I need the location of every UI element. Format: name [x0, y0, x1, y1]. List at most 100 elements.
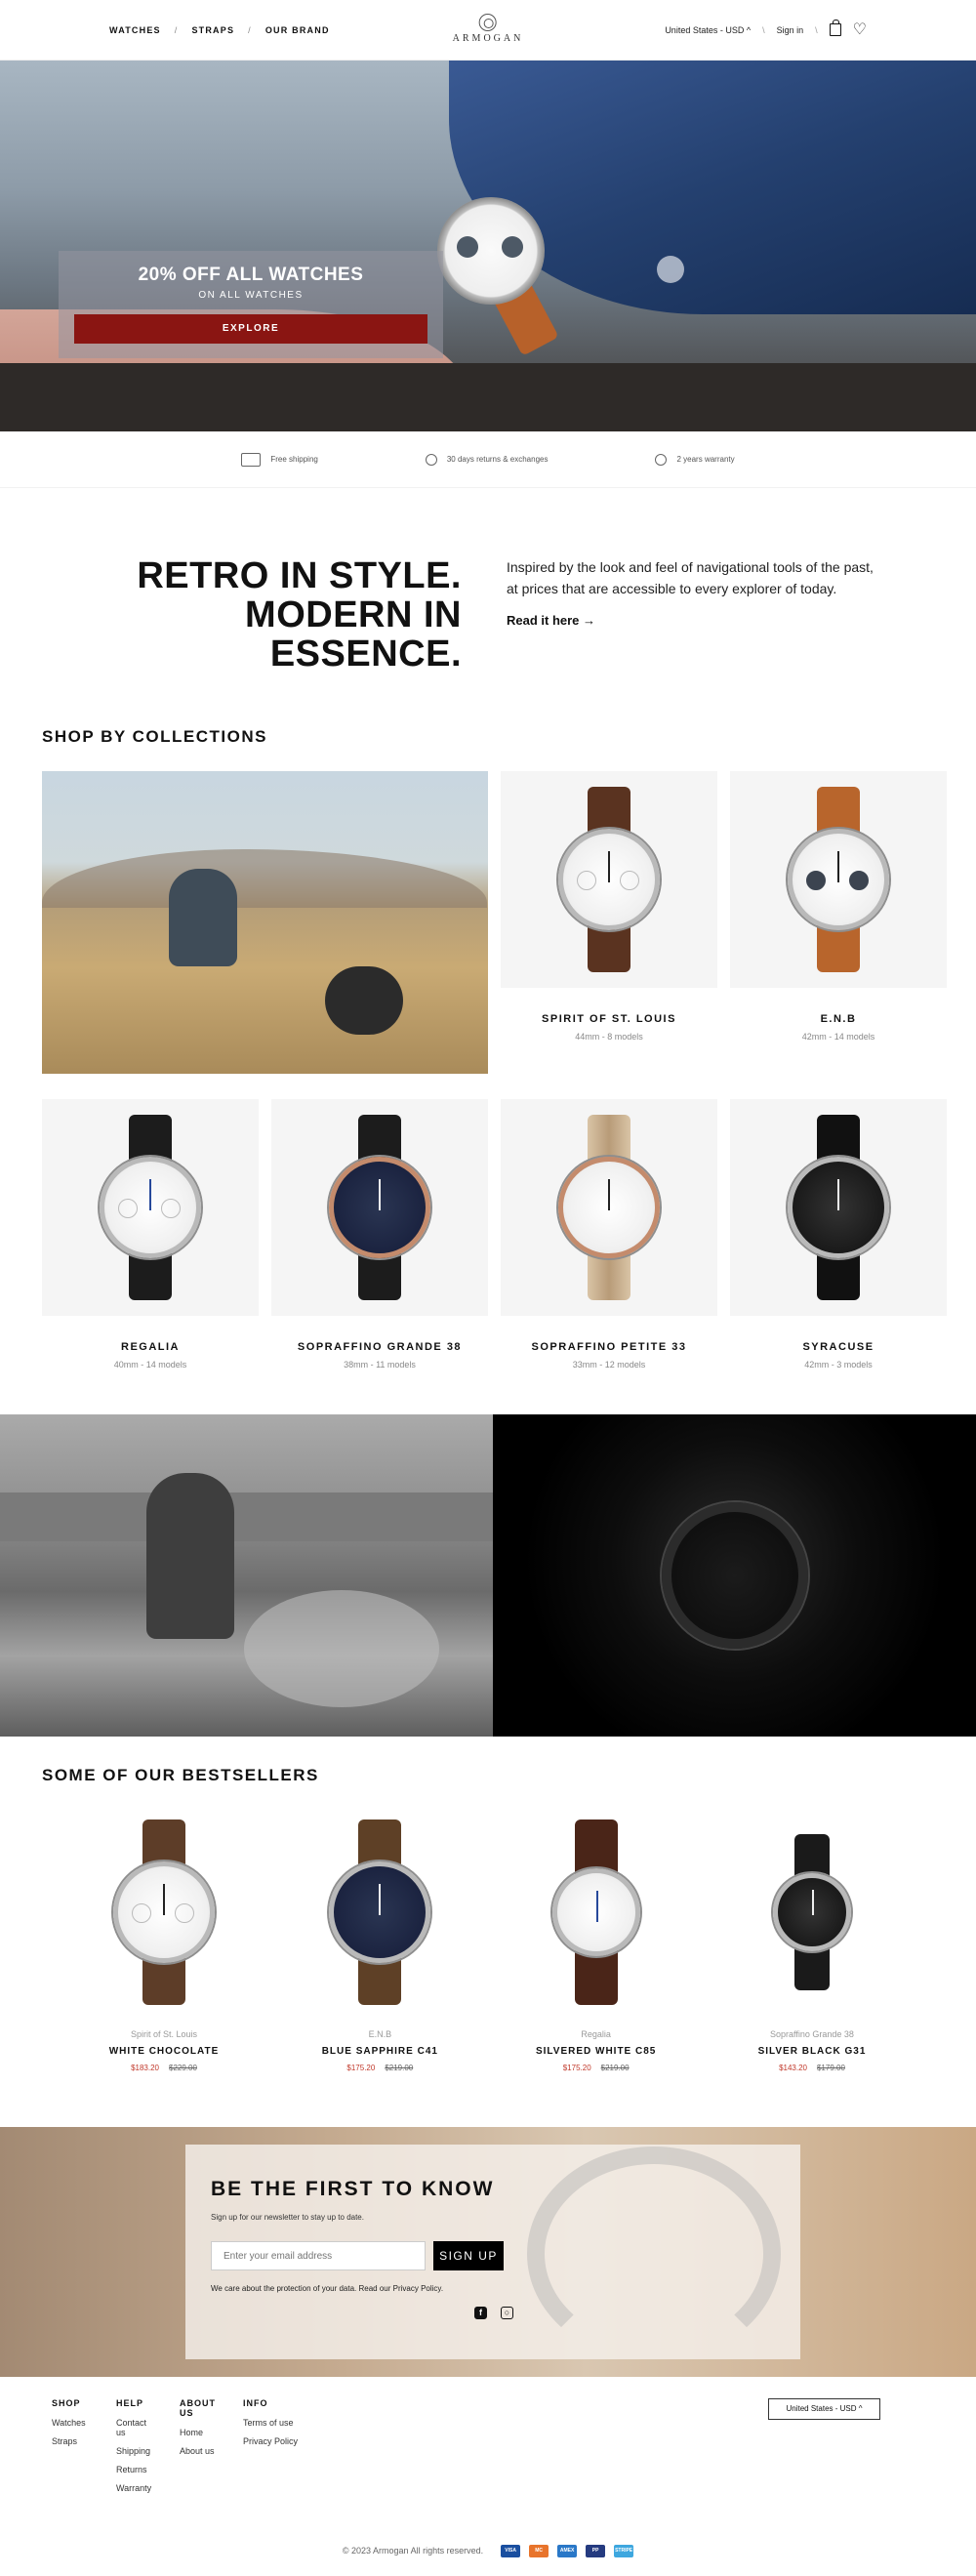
- collection-card[interactable]: SPIRIT OF ST. LOUIS 44mm - 8 models: [501, 771, 717, 1074]
- copyright: © 2023 Armogan All rights reserved.: [342, 2546, 484, 2556]
- footer-link[interactable]: Terms of use: [243, 2418, 298, 2428]
- region-selector[interactable]: United States - USD ^: [665, 25, 751, 35]
- nav-separator: /: [248, 24, 252, 35]
- footer-col-shop: SHOP Watches Straps: [52, 2398, 93, 2502]
- hotspot-button[interactable]: [657, 256, 684, 283]
- site-footer: SHOP Watches Straps HELP Contact us Ship…: [0, 2377, 976, 2525]
- amex-icon: AMEX: [557, 2544, 578, 2557]
- shopping-bag-icon[interactable]: [829, 20, 841, 36]
- bulb-icon: [655, 453, 668, 466]
- newsletter-panel: BE THE FIRST TO KNOW Sign up for our new…: [185, 2145, 800, 2359]
- nav-straps[interactable]: STRAPS: [191, 25, 234, 35]
- product-image: [494, 1815, 699, 2010]
- hero-image-rock: [0, 363, 976, 431]
- footer-link[interactable]: Home: [180, 2428, 220, 2437]
- facebook-icon[interactable]: f: [474, 2307, 487, 2319]
- explore-button[interactable]: EXPLORE: [74, 314, 427, 344]
- intro-body: Inspired by the look and feel of navigat…: [507, 559, 874, 596]
- promo-subtitle: ON ALL WATCHES: [198, 290, 304, 301]
- perks-bar: Free shipping 30 days returns & exchange…: [0, 431, 976, 488]
- footer-col-help: HELP Contact us Shipping Returns Warrant…: [116, 2398, 156, 2502]
- bestsellers-title: SOME OF OUR BESTSELLERS: [42, 1766, 319, 1784]
- footer-link[interactable]: Watches: [52, 2418, 93, 2428]
- brand-logo[interactable]: ARMOGAN: [453, 14, 524, 44]
- hero-banner: 20% OFF ALL WATCHES ON ALL WATCHES EXPLO…: [0, 61, 976, 431]
- payment-methods: VISA MC AMEX PP STRIPE: [501, 2544, 634, 2557]
- editorial-split-banner: [0, 1414, 976, 1737]
- collection-card[interactable]: REGALIA 40mm - 14 models: [42, 1099, 259, 1370]
- newsletter-subtitle: Sign up for our newsletter to stay up to…: [211, 2213, 364, 2222]
- collections-grid: SPIRIT OF ST. LOUIS 44mm - 8 models E.N.…: [0, 747, 976, 1370]
- footer-col-info: INFO Terms of use Privacy Policy: [243, 2398, 299, 2446]
- stripe-icon: STRIPE: [614, 2544, 634, 2557]
- collection-card[interactable]: SOPRAFFINO GRANDE 38 38mm - 11 models: [271, 1099, 488, 1370]
- return-arrow-icon: [425, 453, 437, 466]
- promo-title: 20% OFF ALL WATCHES: [138, 265, 364, 285]
- sign-in-link[interactable]: Sign in: [777, 25, 804, 35]
- mastercard-icon: MC: [529, 2544, 549, 2557]
- product-image: [61, 1815, 266, 2010]
- privacy-notice: We care about the protection of your dat…: [211, 2284, 444, 2293]
- logo-mark-icon: [478, 14, 497, 31]
- footer-col-about: ABOUT US Home About us: [180, 2398, 220, 2502]
- email-input[interactable]: [211, 2241, 426, 2270]
- sign-up-button[interactable]: SIGN UP: [433, 2241, 504, 2270]
- footer-link[interactable]: Straps: [52, 2436, 93, 2446]
- heart-icon[interactable]: ♡: [853, 21, 867, 38]
- perk-returns: 30 days returns & exchanges: [425, 453, 548, 466]
- footer-bottom-bar: © 2023 Armogan All rights reserved. VISA…: [0, 2525, 976, 2576]
- footer-link[interactable]: Warranty: [116, 2483, 156, 2493]
- collections-lifestyle-photo: [42, 771, 488, 1074]
- bestsellers-list: Spirit of St. Louis WHITE CHOCOLATE $183…: [0, 1785, 976, 2072]
- watch-image: [501, 771, 717, 988]
- main-nav: WATCHES / STRAPS / OUR BRAND: [109, 25, 330, 35]
- watch-image: [42, 1099, 259, 1316]
- nav-separator: /: [174, 24, 179, 35]
- visa-icon: VISA: [501, 2544, 521, 2557]
- product-image: [277, 1815, 482, 2010]
- product-card[interactable]: Spirit of St. Louis WHITE CHOCOLATE $183…: [61, 1815, 266, 2072]
- header-actions: United States - USD ^ \ Sign in \ ♡: [665, 20, 867, 38]
- truck-icon: [241, 452, 262, 467]
- watch-image: [730, 1099, 947, 1316]
- logo-text: ARMOGAN: [452, 33, 524, 44]
- intro-headline: RETRO IN STYLE. MODERN IN ESSENCE.: [137, 555, 462, 675]
- newsletter-form: SIGN UP: [211, 2241, 775, 2270]
- product-card[interactable]: Regalia SILVERED WHITE C85 $175.20 $219.0…: [494, 1815, 699, 2072]
- newsletter-title: BE THE FIRST TO KNOW: [211, 2178, 495, 2200]
- collection-card[interactable]: E.N.B 42mm - 14 models: [730, 771, 947, 1074]
- footer-region-selector[interactable]: United States - USD ^: [768, 2398, 880, 2420]
- chevron-up-icon: ^: [746, 24, 752, 35]
- footer-link[interactable]: About us: [180, 2446, 220, 2456]
- motorcycle-rider-photo[interactable]: [0, 1414, 493, 1737]
- newsletter-section: BE THE FIRST TO KNOW Sign up for our new…: [0, 2127, 976, 2377]
- nav-watches[interactable]: WATCHES: [109, 25, 161, 35]
- promo-box: 20% OFF ALL WATCHES ON ALL WATCHES EXPLO…: [59, 251, 443, 358]
- collection-card[interactable]: SYRACUSE 42mm - 3 models: [730, 1099, 947, 1370]
- read-more-link[interactable]: Read it here →: [507, 613, 595, 628]
- footer-link[interactable]: Contact us: [116, 2418, 156, 2437]
- footer-link[interactable]: Shipping: [116, 2446, 156, 2456]
- perk-warranty: 2 years warranty: [655, 453, 735, 466]
- divider: \: [762, 24, 765, 35]
- divider: \: [815, 24, 818, 35]
- hero-watch-image: [437, 197, 545, 305]
- social-links: f ○: [211, 2307, 775, 2319]
- product-card[interactable]: E.N.B BLUE SAPPHIRE C41 $175.20 $219.00: [277, 1815, 482, 2072]
- collections-title: SHOP BY COLLECTIONS: [42, 727, 267, 746]
- product-image: [710, 1815, 915, 2010]
- footer-link[interactable]: Returns: [116, 2465, 156, 2474]
- site-header: WATCHES / STRAPS / OUR BRAND ARMOGAN Uni…: [0, 0, 976, 61]
- watch-image: [271, 1099, 488, 1316]
- footer-link[interactable]: Privacy Policy: [243, 2436, 298, 2446]
- watch-image: [501, 1099, 717, 1316]
- perk-free-shipping: Free shipping: [241, 452, 318, 467]
- brand-intro: RETRO IN STYLE. MODERN IN ESSENCE. Inspi…: [0, 488, 976, 727]
- paypal-icon: PP: [586, 2544, 606, 2557]
- nav-our-brand[interactable]: OUR BRAND: [265, 25, 330, 35]
- dark-watch-photo[interactable]: [493, 1414, 976, 1737]
- collection-card[interactable]: SOPRAFFINO PETITE 33 33mm - 12 models: [501, 1099, 717, 1370]
- product-card[interactable]: Sopraffino Grande 38 SILVER BLACK G31 $1…: [710, 1815, 915, 2072]
- instagram-icon[interactable]: ○: [501, 2307, 513, 2319]
- intro-copy: Inspired by the look and feel of navigat…: [507, 556, 887, 727]
